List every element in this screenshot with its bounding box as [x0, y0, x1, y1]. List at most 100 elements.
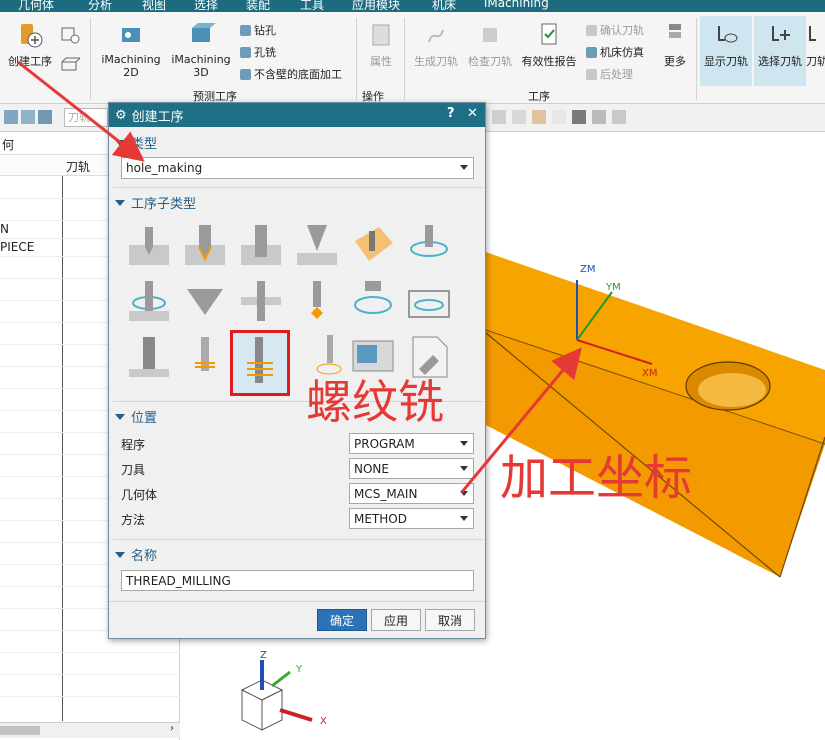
collapse-icon	[115, 199, 125, 206]
view-icon-4[interactable]	[552, 110, 566, 124]
cancel-button[interactable]: 取消	[425, 609, 475, 631]
mcs-icon[interactable]	[572, 110, 586, 124]
dialog-title-bar[interactable]: ⚙ 创建工序 ? ✕	[109, 103, 485, 127]
hole-mill-button[interactable]: 孔铣	[240, 44, 276, 60]
ribbon: 创建工序 iMachining 2D iMachining 3D 钻孔 孔铣 不…	[0, 12, 825, 104]
program-label: 程序	[121, 438, 146, 452]
navigator-row-2[interactable]: PIECE	[0, 240, 34, 254]
floor-wall-label: 不含壁的底面加工	[254, 68, 342, 81]
ok-button[interactable]: 确定	[317, 609, 367, 631]
menu-imachining[interactable]: iMachining	[484, 0, 549, 10]
hole-mill-icon[interactable]	[125, 333, 173, 379]
menu-geometry[interactable]: 几何体	[18, 0, 54, 12]
generate-toolpath-button[interactable]: 生成刀轨	[410, 20, 462, 69]
type-select[interactable]: hole_making	[121, 157, 474, 179]
postprocess-button[interactable]: 后处理	[586, 66, 633, 82]
zm-label: ZM	[580, 264, 596, 275]
imachining-3d-button[interactable]: iMachining 3D	[166, 20, 236, 79]
more-button[interactable]: 更多	[658, 20, 692, 69]
column-toolpath: 刀轨	[66, 160, 91, 174]
generate-toolpath-icon	[428, 29, 444, 43]
imachining-3d-icon	[192, 23, 216, 42]
menu-select[interactable]: 选择	[194, 0, 218, 12]
chevron-down-icon	[460, 165, 468, 170]
create-tool-icon	[61, 27, 80, 44]
thread-milling-icon[interactable]	[230, 330, 290, 396]
imachining-2d-button[interactable]: iMachining 2D	[96, 20, 166, 79]
tool-icon-2[interactable]	[21, 110, 35, 124]
toolpath-filter-input[interactable]: 刀轨	[64, 108, 108, 127]
counterbore-icon[interactable]	[237, 221, 285, 267]
hole-chamfer-icon[interactable]	[349, 221, 397, 267]
toolbar-right-icons	[492, 110, 626, 124]
percent-icon[interactable]	[612, 110, 626, 124]
confirm-toolpath-button[interactable]: 确认刀轨	[586, 22, 644, 38]
program-select[interactable]: PROGRAM	[349, 433, 474, 454]
method-select[interactable]: METHOD	[349, 508, 474, 529]
close-button[interactable]: ✕	[467, 106, 478, 121]
thread-tap-icon[interactable]	[181, 333, 229, 379]
hole-mill-icon	[240, 46, 251, 58]
create-geometry-button[interactable]	[60, 56, 80, 74]
menu-application[interactable]: 应用模块	[352, 0, 400, 12]
drilling-icon[interactable]	[181, 221, 229, 267]
create-operation-icon	[21, 24, 43, 48]
property-button[interactable]: 属性	[362, 20, 400, 69]
create-operation-button[interactable]: 创建工序	[4, 20, 56, 69]
tool-select-value: NONE	[354, 461, 389, 476]
help-button[interactable]: ?	[447, 106, 455, 121]
menu-bar: 几何体 分析 视图 选择 装配 工具 应用模块 机床 iMachining	[0, 0, 825, 12]
menu-machine[interactable]: 机床	[432, 0, 456, 12]
validity-report-button[interactable]: 有效性报告	[518, 20, 580, 69]
scroll-right-icon[interactable]: ›	[170, 723, 174, 734]
generate-toolpath-label: 生成刀轨	[414, 55, 458, 68]
toolpath-cut-icon	[809, 26, 816, 41]
cylinder-mill-icon[interactable]	[405, 221, 453, 267]
groove-mill-icon[interactable]	[349, 277, 397, 323]
apply-button[interactable]: 应用	[371, 609, 421, 631]
check-toolpath-button[interactable]: 检查刀轨	[464, 20, 516, 69]
report-icon	[541, 23, 557, 45]
view-icon-1[interactable]	[492, 110, 506, 124]
section-name-header[interactable]: 名称	[115, 545, 479, 564]
section-subtype-header[interactable]: 工序子类型	[115, 193, 479, 212]
toolpath-cut-label: 刀轨	[806, 55, 825, 68]
tool-icon-1[interactable]	[4, 110, 18, 124]
scrollbar-thumb[interactable]	[0, 726, 40, 735]
property-icon	[372, 24, 390, 46]
chevron-down-icon	[460, 516, 468, 521]
section-type-label: 类型	[131, 137, 158, 152]
create-tool-button[interactable]	[60, 26, 80, 44]
radial-groove-icon[interactable]	[405, 277, 453, 323]
validity-report-label: 有效性报告	[521, 55, 577, 68]
spot-drill-icon[interactable]	[125, 221, 173, 267]
tool-icon-3[interactable]	[38, 110, 52, 124]
imachining-3d-label-1: iMachining	[171, 53, 231, 66]
menu-assembly[interactable]: 装配	[246, 0, 270, 12]
section-name-label: 名称	[131, 549, 158, 564]
select-toolpath-button[interactable]: 选择刀轨	[754, 20, 806, 69]
tool-select[interactable]: NONE	[349, 458, 474, 479]
section-type-header[interactable]: 类型	[115, 133, 479, 152]
menu-analysis[interactable]: 分析	[88, 0, 112, 12]
geometry-select[interactable]: MCS_MAIN	[349, 483, 474, 504]
floor-wall-button[interactable]: 不含壁的底面加工	[240, 66, 342, 82]
tapping-icon[interactable]	[293, 277, 341, 323]
boss-mill-icon[interactable]	[125, 277, 173, 323]
show-toolpath-button[interactable]: 显示刀轨	[700, 20, 752, 69]
chamfer-mill-icon[interactable]	[181, 277, 229, 323]
menu-tools[interactable]: 工具	[300, 0, 324, 12]
horizontal-scrollbar[interactable]: ›	[0, 722, 180, 738]
drill-button[interactable]: 钻孔	[240, 22, 276, 38]
view-icon-3[interactable]	[532, 110, 546, 124]
toolpath-cut-button[interactable]: 刀轨	[806, 20, 825, 69]
menu-view[interactable]: 视图	[142, 0, 166, 12]
back-counterbore-icon[interactable]	[237, 277, 285, 323]
view-icon-2[interactable]	[512, 110, 526, 124]
navigator-row-1[interactable]: N	[0, 222, 9, 236]
name-input[interactable]: THREAD_MILLING	[121, 570, 474, 591]
create-geometry-icon	[61, 57, 80, 71]
machine-sim-button[interactable]: 机床仿真	[586, 44, 644, 60]
eye-icon[interactable]	[592, 110, 606, 124]
csink-icon[interactable]	[293, 221, 341, 267]
